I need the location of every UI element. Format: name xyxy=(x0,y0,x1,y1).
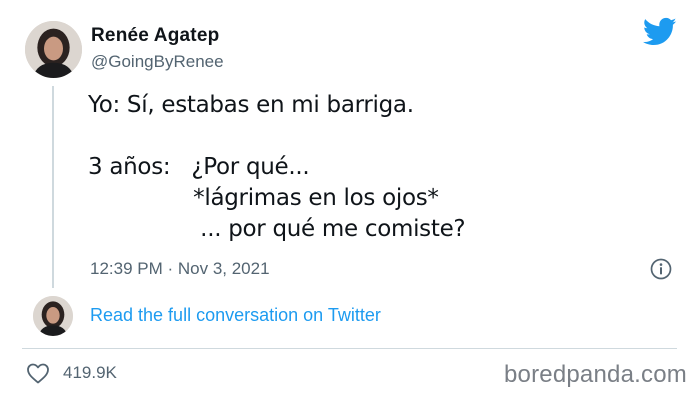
like-count[interactable]: 419.9K xyxy=(63,363,117,383)
author-name[interactable]: Renée Agatep xyxy=(91,25,219,47)
tweet-timestamp[interactable]: 12:39 PM · Nov 3, 2021 xyxy=(90,259,270,279)
read-conversation-link[interactable]: Read the full conversation on Twitter xyxy=(90,305,381,326)
reply-avatar-image xyxy=(33,296,73,336)
author-handle[interactable]: @GoingByRenee xyxy=(91,52,224,72)
reply-avatar[interactable] xyxy=(33,296,73,336)
tweet-text: Yo: Sí, estabas en mi barriga. 3 años: ¿… xyxy=(88,92,466,242)
divider xyxy=(22,348,677,349)
watermark: boredpanda.com xyxy=(504,361,687,388)
twitter-bird-icon[interactable] xyxy=(643,17,677,47)
author-avatar-image xyxy=(25,21,82,78)
heart-icon[interactable] xyxy=(26,362,50,384)
thread-connector-line xyxy=(52,86,54,288)
author-avatar[interactable] xyxy=(25,21,82,78)
info-icon[interactable] xyxy=(650,258,672,280)
